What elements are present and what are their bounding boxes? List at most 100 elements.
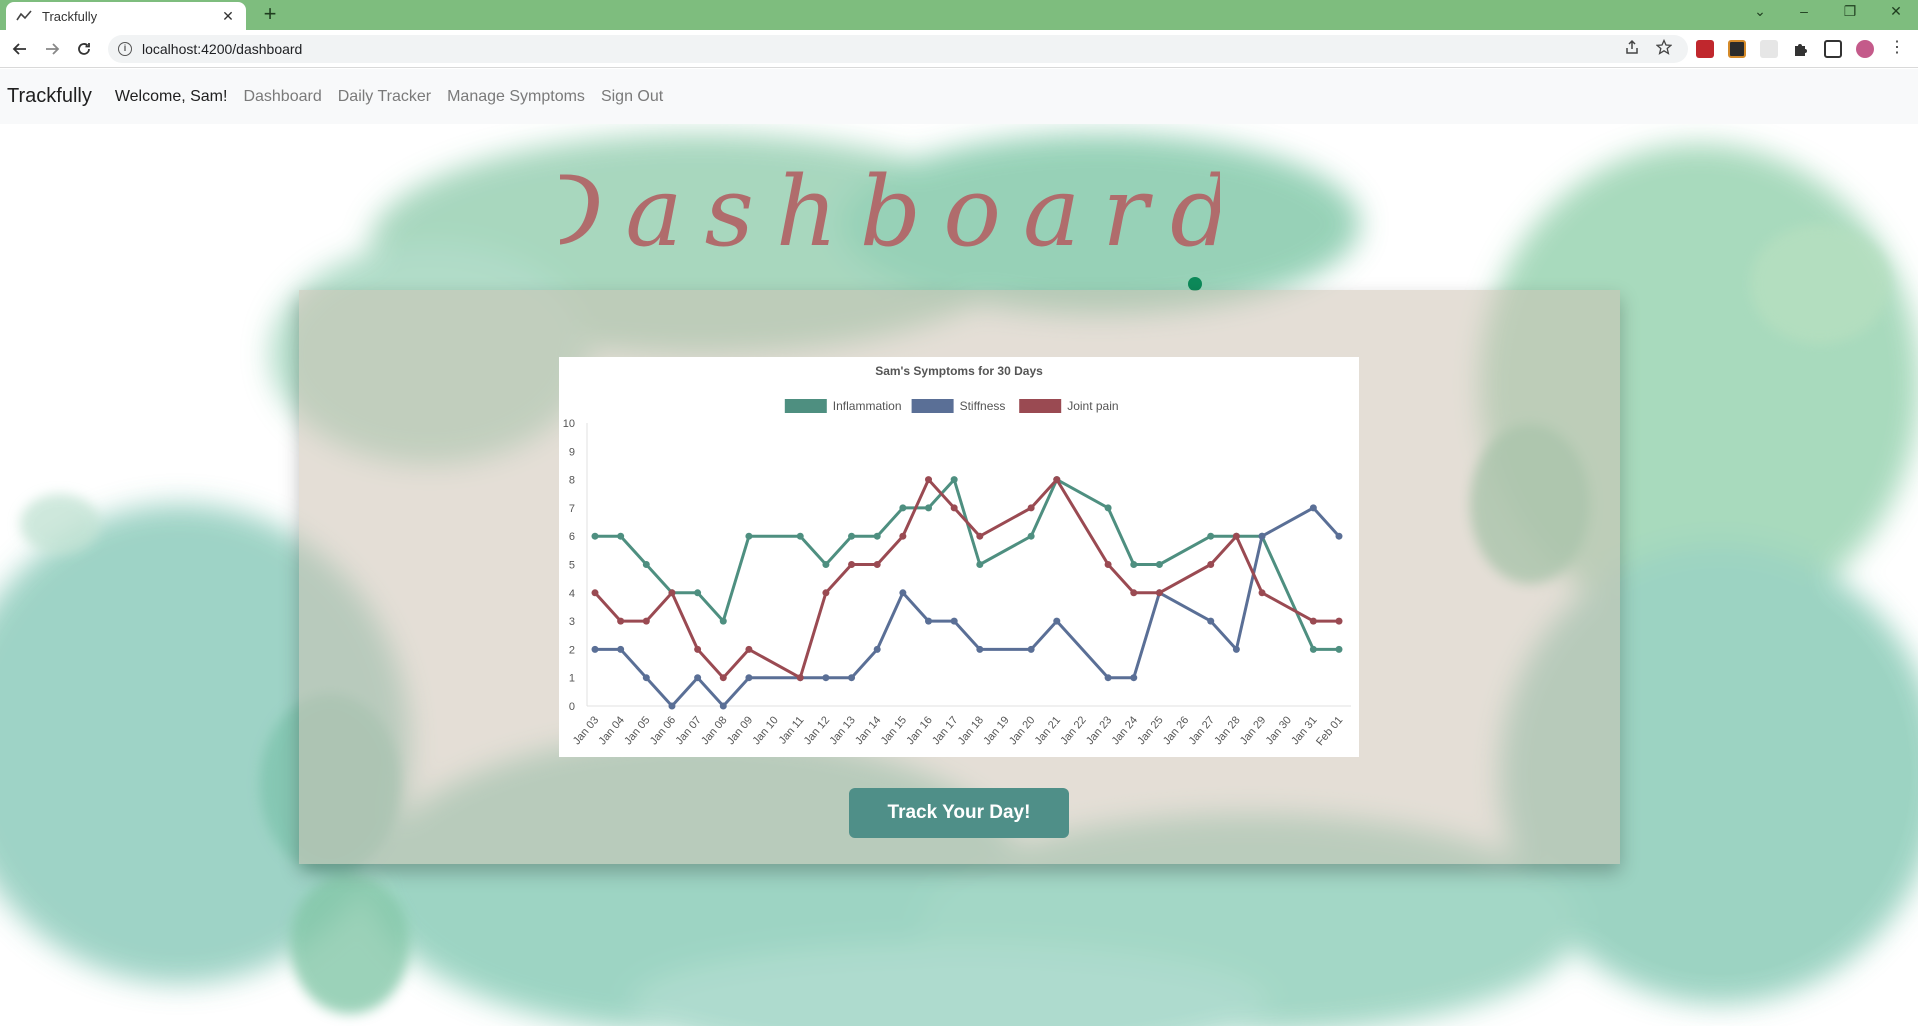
side-panel-icon[interactable] [1824, 40, 1842, 58]
close-window-button[interactable]: ✕ [1876, 0, 1916, 24]
data-point [1053, 617, 1061, 625]
x-tick-label: Jan 03 [571, 714, 601, 747]
legend-swatch [911, 399, 954, 413]
tab-title: Trackfully [42, 8, 98, 24]
nav-link-manage-symptoms[interactable]: Manage Symptoms [447, 88, 585, 106]
data-point [873, 561, 881, 568]
y-tick-label: 1 [569, 673, 575, 685]
data-point [745, 645, 753, 653]
data-point [976, 645, 984, 653]
data-point [1027, 645, 1035, 653]
extension-grey-icon[interactable] [1760, 40, 1778, 58]
data-point [899, 504, 907, 512]
data-point [1207, 561, 1215, 568]
data-point [925, 504, 933, 512]
forward-button[interactable] [40, 37, 64, 61]
x-tick-label: Jan 13 [827, 714, 857, 747]
forward-arrow-icon [46, 43, 60, 55]
data-point [745, 674, 753, 682]
tab-search-icon[interactable]: ⌄ [1740, 0, 1780, 24]
profile-avatar[interactable] [1856, 40, 1874, 58]
nav-link-sign-out[interactable]: Sign Out [601, 88, 663, 106]
data-point [899, 589, 907, 597]
reload-button[interactable] [72, 37, 96, 61]
site-info-icon[interactable]: i [118, 42, 132, 56]
welcome-text: Welcome, Sam! [114, 87, 228, 105]
y-tick-label: 7 [569, 503, 575, 515]
x-tick-label: Jan 17 [930, 714, 960, 747]
browser-toolbar: i localhost:4200/dashboard [0, 30, 1918, 68]
data-point [1104, 504, 1112, 512]
x-tick-label: Jan 15 [879, 714, 909, 747]
y-tick-label: 4 [569, 588, 575, 600]
back-button[interactable] [8, 37, 32, 61]
new-tab-button[interactable]: + [258, 3, 282, 27]
data-point [591, 532, 599, 540]
data-point [976, 532, 984, 540]
x-tick-label: Feb 01 [1314, 714, 1345, 748]
data-point [1335, 645, 1343, 653]
browser-tabstrip: Trackfully ✕ + ⌄ – ❐ ✕ [0, 0, 1918, 30]
x-tick-label: Jan 06 [648, 714, 678, 747]
data-point [1309, 617, 1317, 625]
back-arrow-icon [12, 43, 26, 55]
data-point [1232, 645, 1240, 653]
menu-kebab-icon[interactable]: ⋮ [1888, 40, 1906, 58]
y-tick-label: 9 [569, 446, 575, 458]
tab-close-icon[interactable]: ✕ [220, 8, 236, 25]
data-point [642, 617, 650, 625]
data-point [796, 532, 804, 540]
extensions-puzzle-icon[interactable] [1792, 40, 1810, 58]
data-point [950, 617, 958, 625]
legend-label: Stiffness [960, 399, 1006, 413]
y-tick-label: 3 [569, 616, 575, 628]
legend-swatch [784, 399, 827, 413]
data-point [668, 589, 676, 597]
track-your-day-button[interactable]: Track Your Day! [849, 788, 1069, 838]
share-icon[interactable] [1622, 37, 1642, 57]
data-point [745, 532, 753, 540]
data-point [848, 674, 856, 682]
legend-label: Inflammation [833, 399, 902, 413]
x-tick-label: Jan 07 [673, 714, 703, 747]
restore-button[interactable]: ❐ [1830, 0, 1870, 24]
x-tick-label: Jan 19 [981, 714, 1011, 747]
data-point [873, 645, 881, 653]
data-point [796, 674, 804, 682]
x-tick-label: Jan 11 [777, 714, 807, 746]
data-point [1207, 617, 1215, 625]
data-point [1104, 674, 1112, 682]
x-tick-label: Jan 18 [956, 714, 986, 747]
data-point [1232, 532, 1240, 540]
brand-logo[interactable]: Trackfully [7, 85, 92, 108]
y-tick-label: 0 [569, 701, 575, 713]
nav-link-dashboard[interactable]: Dashboard [243, 88, 321, 106]
data-point [950, 504, 958, 512]
browser-tab[interactable]: Trackfully ✕ [6, 2, 246, 30]
data-point [873, 532, 881, 540]
legend-swatch [1019, 399, 1062, 413]
minimize-button[interactable]: – [1784, 0, 1824, 24]
x-tick-label: Jan 25 [1135, 714, 1165, 747]
data-point [1130, 561, 1138, 568]
reload-icon [78, 43, 90, 55]
series-line [593, 478, 1339, 680]
data-point [719, 617, 727, 625]
y-tick-label: 8 [569, 475, 575, 487]
x-tick-label: Jan 22 [1058, 714, 1088, 747]
data-point [1309, 504, 1317, 512]
x-tick-label: Jan 26 [1161, 714, 1191, 747]
address-bar[interactable]: i localhost:4200/dashboard [108, 35, 1688, 63]
x-tick-label: Jan 16 [904, 714, 934, 747]
bookmark-star-icon[interactable] [1654, 37, 1674, 57]
nav-link-daily-tracker[interactable]: Daily Tracker [338, 88, 431, 106]
x-tick-label: Jan 14 [853, 714, 883, 747]
data-point [694, 674, 702, 682]
data-point [1258, 589, 1266, 597]
extension-red-icon[interactable] [1696, 40, 1714, 58]
data-point [822, 589, 830, 597]
data-point [694, 589, 702, 597]
series-line [595, 478, 1339, 651]
extension-l-icon[interactable] [1728, 40, 1746, 58]
x-tick-label: Jan 12 [802, 714, 832, 747]
